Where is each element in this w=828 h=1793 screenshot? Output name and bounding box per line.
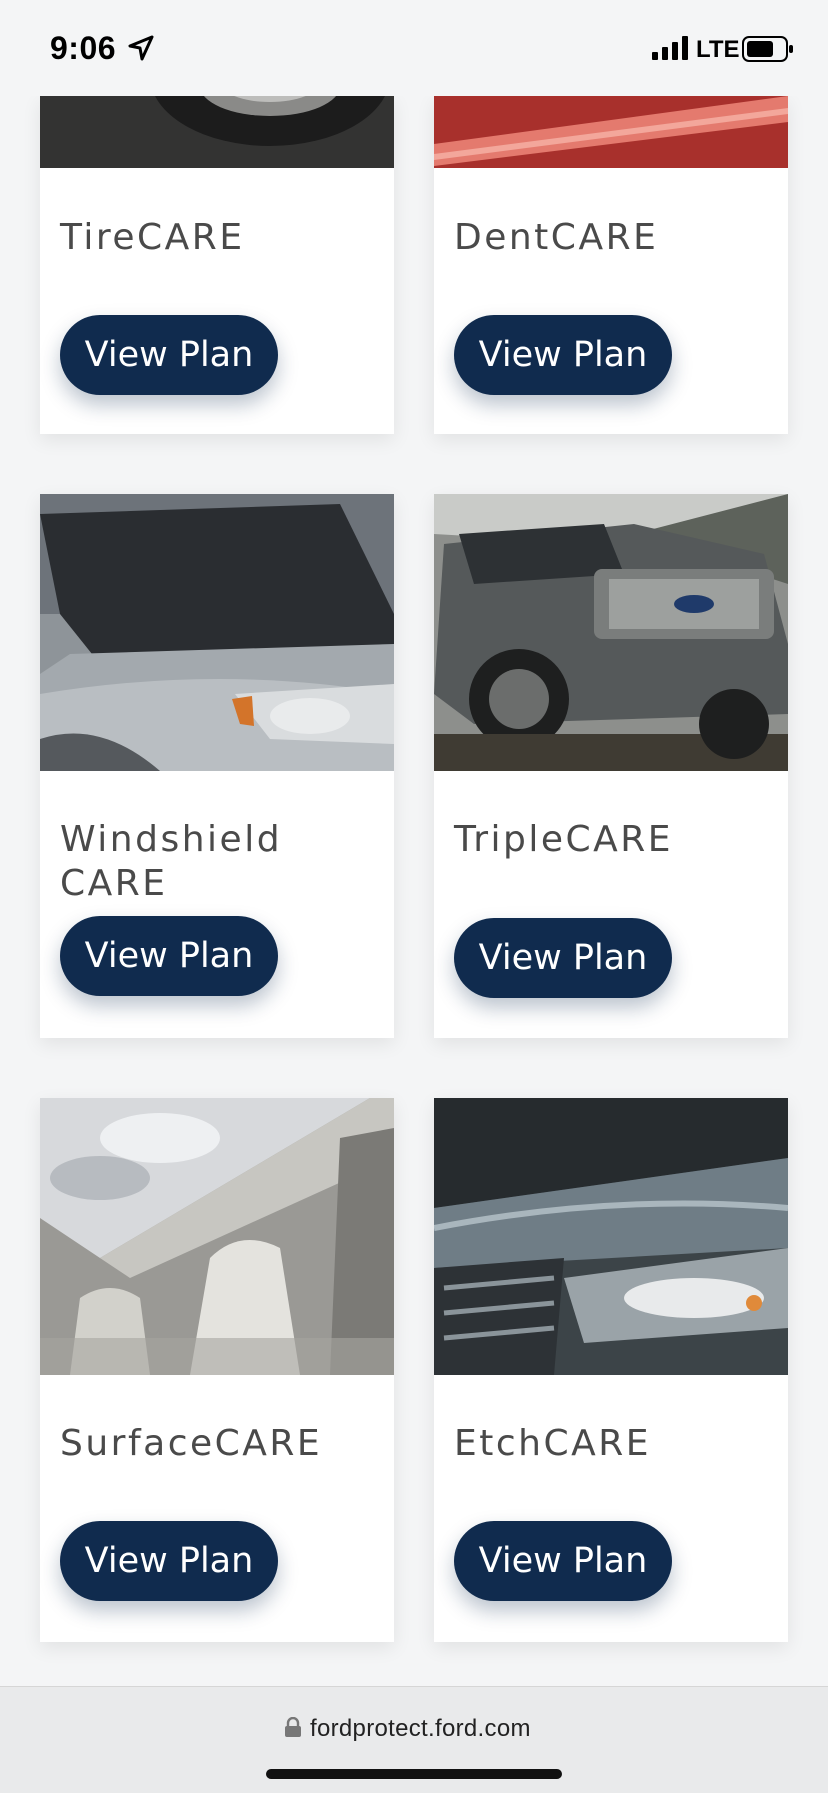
- tirecare-image: [40, 96, 394, 168]
- view-plan-button[interactable]: View Plan: [60, 1521, 278, 1601]
- url-text[interactable]: fordprotect.ford.com: [310, 1715, 531, 1743]
- card-title: SurfaceCARE: [60, 1423, 323, 1464]
- view-plan-button[interactable]: View Plan: [60, 315, 278, 395]
- network-label: LTE: [696, 36, 740, 63]
- battery-icon: [742, 36, 793, 62]
- view-plan-button[interactable]: View Plan: [60, 916, 278, 996]
- surfacecare-image: [40, 1098, 394, 1375]
- browser-address-bar[interactable]: fordprotect.ford.com: [0, 1686, 828, 1793]
- view-plan-button[interactable]: View Plan: [454, 918, 672, 998]
- view-plan-button[interactable]: View Plan: [454, 1521, 672, 1601]
- status-bar: 9:06 LTE: [0, 0, 828, 96]
- home-indicator: [266, 1769, 562, 1779]
- card-title: TireCARE: [60, 217, 245, 258]
- plans-grid: TireCARE View Plan DentCARE View Plan Wi…: [0, 0, 828, 1792]
- triplecare-image: [434, 494, 788, 771]
- etchcare-image: [434, 1098, 788, 1375]
- dentcare-image: [434, 96, 788, 168]
- plan-card-surfacecare: SurfaceCARE View Plan: [40, 1098, 394, 1642]
- windshieldcare-image: [40, 494, 394, 771]
- plan-card-dentcare: DentCARE View Plan: [434, 96, 788, 434]
- signal-icon: [652, 36, 688, 60]
- plan-card-tirecare: TireCARE View Plan: [40, 96, 394, 434]
- card-title: Windshield CARE: [60, 819, 283, 904]
- lock-icon: [285, 1717, 301, 1737]
- location-arrow-icon: [128, 35, 154, 61]
- card-title: TripleCARE: [454, 819, 674, 860]
- status-time: 9:06: [50, 30, 117, 66]
- card-title: EtchCARE: [454, 1423, 651, 1464]
- plan-card-windshieldcare: Windshield CARE View Plan: [40, 494, 394, 1038]
- plan-card-triplecare: TripleCARE View Plan: [434, 494, 788, 1038]
- plan-card-etchcare: EtchCARE View Plan: [434, 1098, 788, 1642]
- view-plan-button[interactable]: View Plan: [454, 315, 672, 395]
- card-title: DentCARE: [454, 217, 659, 258]
